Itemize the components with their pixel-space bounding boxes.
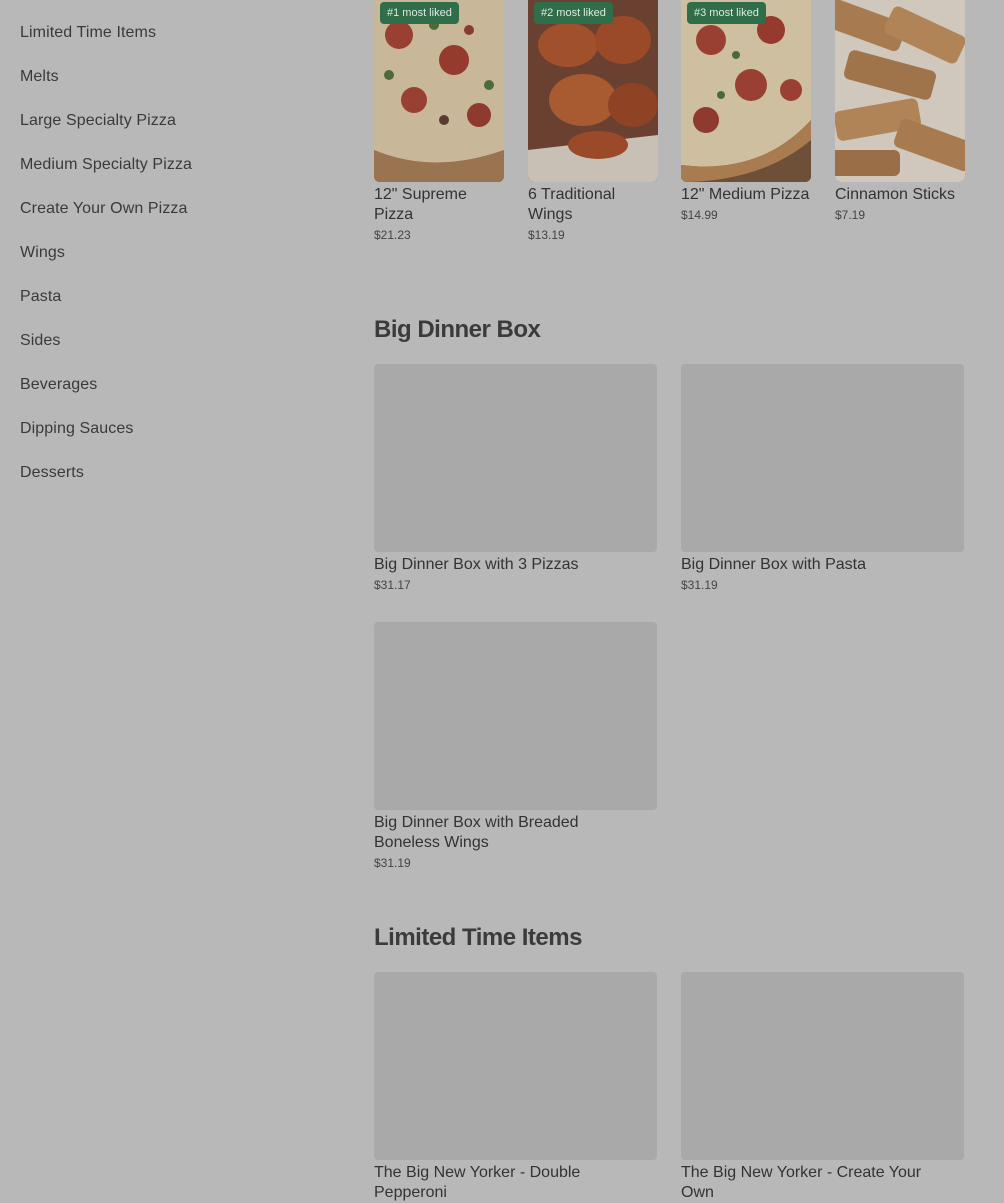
supreme-pizza-image: #1 most liked: [374, 0, 504, 182]
category-create-your-own-pizza[interactable]: Create Your Own Pizza: [20, 198, 340, 242]
menu-item-card[interactable]: Big Dinner Box with Pasta $31.19: [681, 364, 964, 592]
menu-item-card[interactable]: Big Dinner Box with 3 Pizzas $31.17: [374, 364, 657, 592]
cinnamon-sticks-image: [835, 0, 965, 182]
item-price: $31.17: [374, 578, 411, 592]
medium-pizza-image: #3 most liked: [681, 0, 811, 182]
popular-item[interactable]: #3 most liked 12" Medium Pizza $14.99: [681, 0, 811, 222]
category-desserts[interactable]: Desserts: [20, 462, 340, 506]
category-wings[interactable]: Wings: [20, 242, 340, 286]
item-image-placeholder: [374, 364, 657, 552]
popular-item[interactable]: #1 most liked 12" Supreme Pizza $21.23: [374, 0, 504, 242]
most-liked-badge: #1 most liked: [380, 2, 459, 24]
item-image-placeholder: [374, 972, 657, 1160]
item-name: The Big New Yorker - Create Your Own: [681, 1164, 922, 1201]
menu-item-card[interactable]: Big Dinner Box with Breaded Boneless Win…: [374, 622, 657, 870]
item-price: $13.19: [528, 228, 565, 242]
category-limited-time-items[interactable]: Limited Time Items: [20, 22, 340, 66]
item-name: 12" Supreme Pizza: [374, 186, 467, 223]
item-image-placeholder: [374, 622, 657, 810]
category-pasta[interactable]: Pasta: [20, 286, 340, 330]
traditional-wings-image: #2 most liked: [528, 0, 658, 182]
item-name: 6 Traditional Wings: [528, 186, 616, 223]
item-name: Big Dinner Box with Pasta: [681, 556, 866, 573]
popular-item[interactable]: Cinnamon Sticks $7.19: [835, 0, 965, 222]
item-name: Big Dinner Box with 3 Pizzas: [374, 556, 579, 573]
item-price: $31.19: [681, 578, 718, 592]
category-sidebar: Limited Time Items Melts Large Specialty…: [20, 22, 340, 506]
category-dipping-sauces[interactable]: Dipping Sauces: [20, 418, 340, 462]
item-image-placeholder: [681, 364, 964, 552]
item-price: $7.19: [835, 208, 866, 222]
item-name: Cinnamon Sticks: [835, 186, 956, 203]
category-medium-specialty-pizza[interactable]: Medium Specialty Pizza: [20, 154, 340, 198]
menu-item-card[interactable]: The Big New Yorker - Double Pepperoni: [374, 972, 657, 1203]
category-beverages[interactable]: Beverages: [20, 374, 340, 418]
popular-item[interactable]: #2 most liked 6 Traditional Wings $13.19: [528, 0, 658, 242]
item-price: $31.19: [374, 856, 411, 870]
item-image-placeholder: [681, 972, 964, 1160]
category-large-specialty-pizza[interactable]: Large Specialty Pizza: [20, 110, 340, 154]
section-title-limited-time-items: Limited Time Items: [374, 924, 582, 951]
menu-main: #1 most liked 12" Supreme Pizza $21.23 #…: [374, 0, 974, 260]
section-title-big-dinner-box: Big Dinner Box: [374, 316, 541, 343]
category-melts[interactable]: Melts: [20, 66, 340, 110]
popular-items-row: #1 most liked 12" Supreme Pizza $21.23 #…: [374, 0, 974, 260]
menu-item-card[interactable]: The Big New Yorker - Create Your Own: [681, 972, 964, 1203]
item-name: Big Dinner Box with Breaded Boneless Win…: [374, 814, 579, 851]
category-sides[interactable]: Sides: [20, 330, 340, 374]
most-liked-badge: #2 most liked: [534, 2, 613, 24]
item-price: $21.23: [374, 228, 411, 242]
most-liked-badge: #3 most liked: [687, 2, 766, 24]
item-name: 12" Medium Pizza: [681, 186, 810, 203]
item-price: $14.99: [681, 208, 718, 222]
item-name: The Big New Yorker - Double Pepperoni: [374, 1164, 581, 1201]
